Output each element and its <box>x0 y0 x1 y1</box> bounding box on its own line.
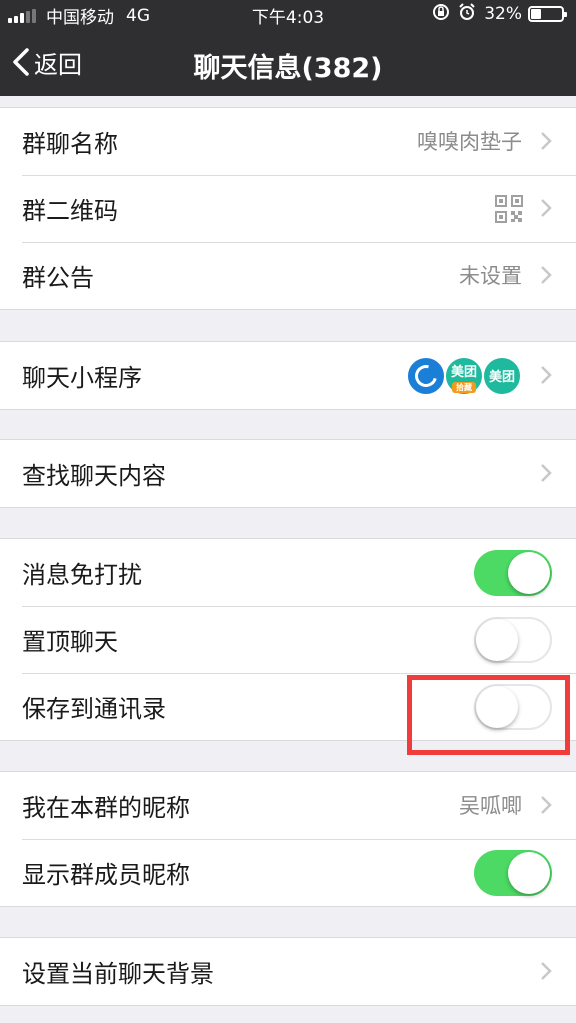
group-notice-row[interactable]: 群公告 未设置 <box>0 242 576 309</box>
top-bar: 中国移动 4G 下午4:03 32% 返回 聊天信息(382) <box>0 0 576 96</box>
meituan-app-icon[interactable]: 美团 <box>482 356 522 396</box>
group-name-row[interactable]: 群聊名称 嗅嗅肉垫子 <box>0 108 576 175</box>
chevron-right-icon <box>541 464 552 482</box>
group-qr-row[interactable]: 群二维码 <box>0 175 576 242</box>
search-chat-label: 查找聊天内容 <box>22 462 166 490</box>
my-nickname-value: 吴呱唧 <box>459 794 522 818</box>
nav-bar: 返回 聊天信息(382) <box>0 28 576 96</box>
meituan-app-icon[interactable]: 美团 拾藏 <box>444 356 484 396</box>
qr-code-icon <box>495 195 523 223</box>
status-right: 32% <box>432 3 567 25</box>
group-notice-value: 未设置 <box>459 264 522 288</box>
group-notice-label: 群公告 <box>22 264 94 292</box>
status-bar: 中国移动 4G 下午4:03 32% <box>0 0 576 28</box>
alarm-icon <box>458 3 476 25</box>
mini-programs-row[interactable]: 聊天小程序 美团 拾藏 美团 <box>0 342 576 409</box>
battery-icon <box>528 6 567 22</box>
group-name-label: 群聊名称 <box>22 130 118 158</box>
chevron-right-icon <box>541 796 552 814</box>
nickname-section: 我在本群的昵称 吴呱唧 显示群成员昵称 <box>0 771 576 907</box>
my-nickname-row[interactable]: 我在本群的昵称 吴呱唧 <box>0 772 576 839</box>
group-info-section: 群聊名称 嗅嗅肉垫子 群二维码 群公告 未设置 <box>0 107 576 310</box>
chat-background-row[interactable]: 设置当前聊天背景 <box>0 938 576 1005</box>
chevron-right-icon <box>541 962 552 980</box>
mini-programs-section: 聊天小程序 美团 拾藏 美团 <box>0 341 576 410</box>
chat-background-label: 设置当前聊天背景 <box>22 960 214 988</box>
show-nicknames-row: 显示群成员昵称 <box>0 839 576 906</box>
group-name-value: 嗅嗅肉垫子 <box>417 130 522 154</box>
my-nickname-label: 我在本群的昵称 <box>22 794 190 822</box>
pin-row: 置顶聊天 <box>0 606 576 673</box>
background-section: 设置当前聊天背景 <box>0 937 576 1006</box>
search-section: 查找聊天内容 <box>0 439 576 508</box>
chevron-right-icon <box>541 366 552 384</box>
pin-label: 置顶聊天 <box>22 628 118 656</box>
chevron-right-icon <box>541 132 552 150</box>
mute-row: 消息免打扰 <box>0 539 576 606</box>
save-contacts-label: 保存到通讯录 <box>22 695 166 723</box>
chevron-right-icon <box>541 266 552 284</box>
pin-toggle[interactable] <box>474 617 552 663</box>
chat-info-screen: 中国移动 4G 下午4:03 32% 返回 聊天信息(382) 群聊名称 嗅嗅肉… <box>0 0 576 1023</box>
mute-toggle[interactable] <box>474 550 552 596</box>
show-nicknames-label: 显示群成员昵称 <box>22 861 190 889</box>
app-sub-badge: 拾藏 <box>452 382 476 393</box>
highlight-box <box>407 675 570 755</box>
mute-label: 消息免打扰 <box>22 561 142 589</box>
group-qr-label: 群二维码 <box>22 197 118 225</box>
search-chat-row[interactable]: 查找聊天内容 <box>0 440 576 507</box>
battery-percent: 32% <box>484 4 522 24</box>
mini-programs-label: 聊天小程序 <box>22 364 142 392</box>
rotation-lock-icon <box>432 3 450 25</box>
mini-program-app-icon[interactable] <box>406 356 446 396</box>
chevron-right-icon <box>541 199 552 217</box>
show-nicknames-toggle[interactable] <box>474 850 552 896</box>
page-title: 聊天信息(382) <box>193 53 383 84</box>
mini-program-icons: 美团 拾藏 美团 <box>406 356 522 396</box>
